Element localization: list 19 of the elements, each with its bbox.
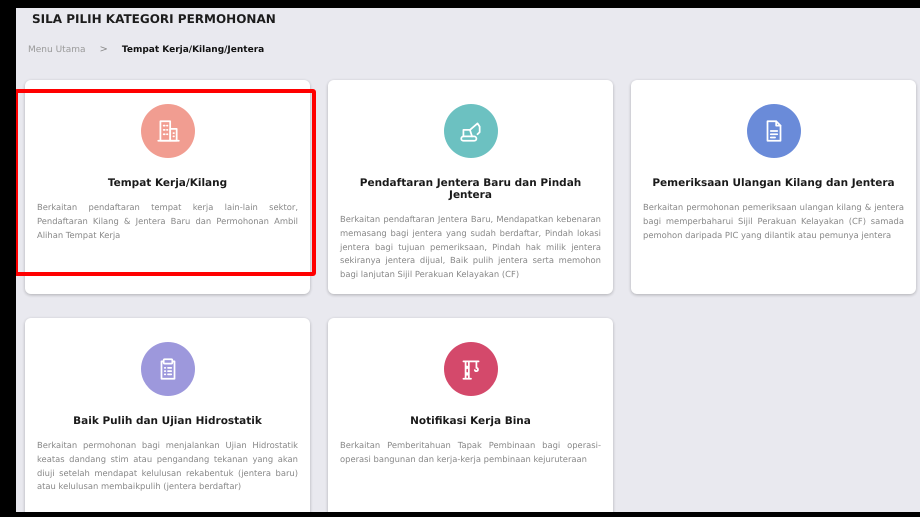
category-card[interactable] — [25, 318, 310, 512]
building-icon — [154, 118, 180, 144]
card-description: Berkaitan Pemberitahuan Tapak Pembinaan bagi operasi-operasi bangunan dan kerja-kerja pembinaan kejuruteraan — [340, 439, 601, 466]
card-description: Berkaitan pendaftaran tempat kerja lain-lain sektor, Pendaftaran Kilang & Jentera Baru dan Permohonan Ambil Alihan Tempat Kerja — [37, 201, 298, 242]
page-title: SILA PILIH KATEGORI PERMOHONAN — [31, 11, 277, 28]
breadcrumb-link[interactable]: Tempat Kerja/Kilang/Jentera — [122, 44, 264, 54]
card-description: Berkaitan permohonan pemeriksaan ulangan kilang & jentera bagi memperbaharui Sijil Perakuan Kelayakan (CF) samada pemohon daripada PIC yang dilantik atau pemunya jentera — [643, 201, 904, 242]
category-card[interactable] — [631, 80, 916, 294]
card-title: Tempat Kerja/Kilang — [108, 177, 228, 189]
card-title: Pemeriksaan Ulangan Kilang dan Jentera — [652, 177, 895, 189]
category-card[interactable]: Tempat Kerja/Kilang Berkaitan pendaftaran tempat kerja lain-lain sektor, Pendaftaran Kilang & Jentera Baru dan Permohonan Ambil Alihan Tempat Kerja — [25, 80, 310, 294]
category-card[interactable] — [328, 80, 613, 294]
card-title: Pendaftaran Jentera Baru dan Pindah Jentera — [358, 177, 582, 201]
card-title: Baik Pulih dan Ujian Hidrostatik — [73, 415, 262, 427]
card-title: Notifikasi Kerja Bina — [410, 415, 531, 427]
breadcrumb-separator: > — [100, 44, 108, 55]
card-description: Berkaitan pendaftaran Jentera Baru, Mendapatkan kebenaran memasang bagi jentera yang sudah berdaftar, Pindah lokasi jentera bagi tujuan pemeriksaan, Pindah hak milik jentera sekiranya jentera dijual, Baik pulih jentera serta memohon bagi lanjutan Sijil Perakuan Kelayakan (CF) — [340, 213, 601, 282]
category-card[interactable]: Notifikasi Kerja Bina Berkaitan Pemberitahuan Tapak Pembinaan bagi operasi-operasi bangunan dan kerja-kerja pembinaan kejuruteraan — [328, 318, 613, 512]
card-description: Berkaitan permohonan bagi menjalankan Ujian Hidrostatik keatas dandang stim atau pengandang tekanan yang akan diuji setelah mendapat kelulusan rekabentuk (jentera baru) atau kelulusan membaikpulih (jentera berdaftar) — [37, 439, 298, 494]
